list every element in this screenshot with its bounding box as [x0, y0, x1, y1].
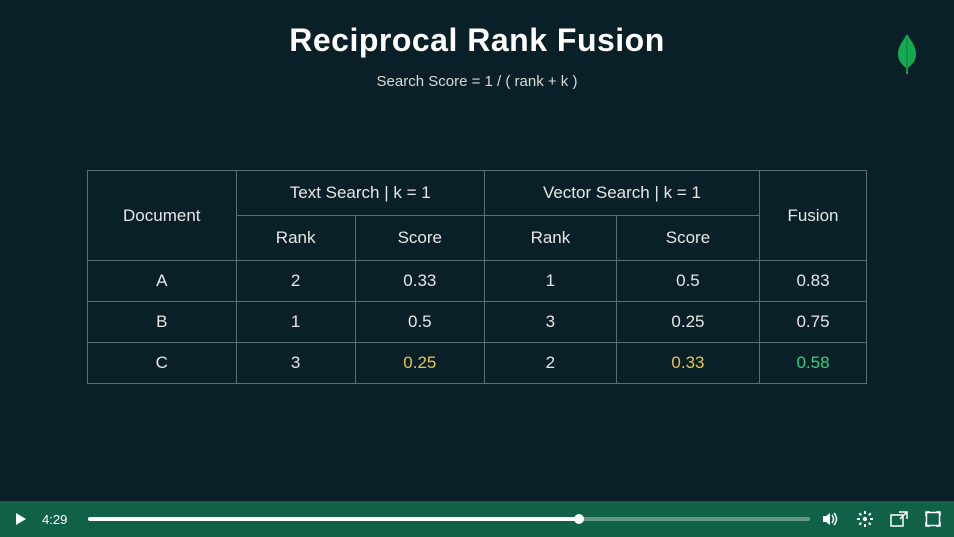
table-row: B10.530.250.75 [88, 302, 867, 343]
current-time: 4:29 [42, 512, 78, 527]
cell-v_score: 0.25 [616, 302, 759, 343]
col-text-rank: Rank [236, 216, 355, 261]
cell-fusion: 0.83 [759, 261, 866, 302]
col-text-group: Text Search | k = 1 [236, 171, 484, 216]
cell-v_rank: 3 [484, 302, 616, 343]
cell-t_score: 0.25 [355, 343, 484, 384]
rrf-table: Document Text Search | k = 1 Vector Sear… [87, 170, 867, 384]
mongodb-leaf-icon [896, 32, 918, 76]
slide-area: Reciprocal Rank Fusion Search Score = 1 … [0, 0, 954, 501]
fullscreen-button[interactable] [922, 508, 944, 530]
settings-button[interactable] [854, 508, 876, 530]
cell-fusion: 0.75 [759, 302, 866, 343]
col-vector-rank: Rank [484, 216, 616, 261]
col-fusion: Fusion [759, 171, 866, 261]
slide-subtitle: Search Score = 1 / ( rank + k ) [0, 73, 954, 90]
progress-knob[interactable] [574, 514, 584, 524]
cell-t_rank: 1 [236, 302, 355, 343]
cell-doc: B [88, 302, 237, 343]
cell-doc: A [88, 261, 237, 302]
play-button[interactable] [10, 508, 32, 530]
progress-fill [88, 517, 579, 521]
progress-bar[interactable] [88, 517, 810, 521]
cell-t_score: 0.5 [355, 302, 484, 343]
cell-fusion: 0.58 [759, 343, 866, 384]
col-vector-score: Score [616, 216, 759, 261]
cell-t_rank: 2 [236, 261, 355, 302]
cell-v_score: 0.5 [616, 261, 759, 302]
col-text-score: Score [355, 216, 484, 261]
slide-title: Reciprocal Rank Fusion [0, 22, 954, 59]
video-controls: 4:29 [0, 501, 954, 537]
cell-t_rank: 3 [236, 343, 355, 384]
cell-t_score: 0.33 [355, 261, 484, 302]
cell-v_score: 0.33 [616, 343, 759, 384]
table-row: A20.3310.50.83 [88, 261, 867, 302]
right-controls [820, 508, 944, 530]
table-row: C30.2520.330.58 [88, 343, 867, 384]
cell-v_rank: 1 [484, 261, 616, 302]
share-button[interactable] [888, 508, 910, 530]
col-vector-group: Vector Search | k = 1 [484, 171, 759, 216]
cell-doc: C [88, 343, 237, 384]
col-document: Document [88, 171, 237, 261]
cell-v_rank: 2 [484, 343, 616, 384]
volume-button[interactable] [820, 508, 842, 530]
